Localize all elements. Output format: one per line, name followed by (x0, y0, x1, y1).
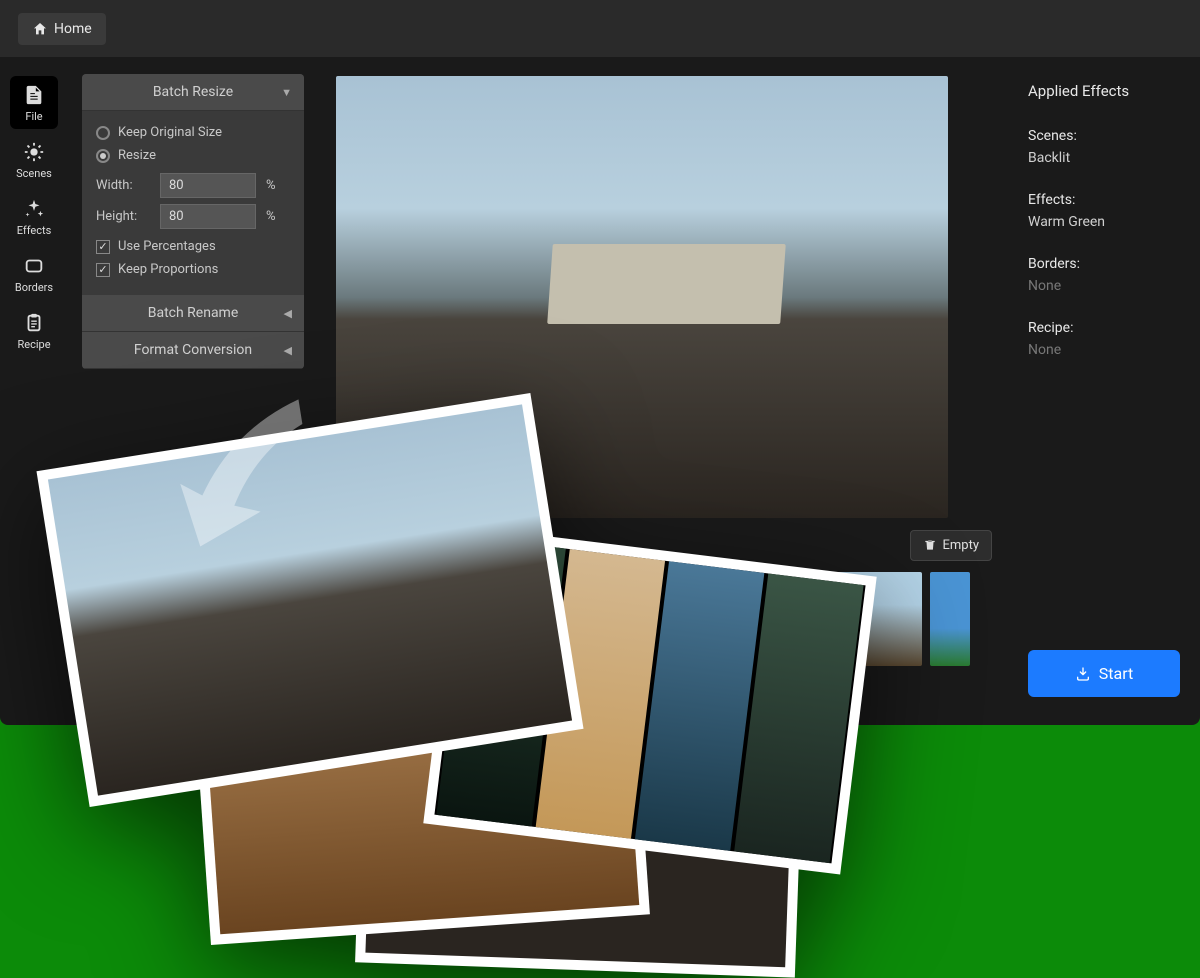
start-button[interactable]: Start (1028, 650, 1180, 697)
add-images-button[interactable]: + Add Images (340, 530, 446, 561)
right-panel: Applied Effects Scenes: Backlit Effects:… (1008, 58, 1200, 725)
height-row: Height: % (96, 204, 290, 229)
checkbox-keep-proportions[interactable]: ✓ Keep Proportions (96, 258, 290, 281)
scenes-value: Backlit (1028, 150, 1180, 166)
home-icon (32, 21, 48, 37)
effects-value: Warm Green (1028, 214, 1180, 230)
sidebar-item-label: Borders (15, 281, 53, 294)
preview-image (336, 76, 948, 518)
download-icon (1075, 666, 1091, 682)
thumbnail-strip (336, 572, 996, 668)
preview-toolbar: + Add Images Total 12 pieces Empty (336, 518, 996, 572)
radio-icon (96, 126, 110, 140)
sidebar-item-label: File (25, 110, 42, 123)
width-row: Width: % (96, 173, 290, 198)
borders-label: Borders: (1028, 256, 1180, 272)
file-icon (23, 84, 45, 106)
thumbnail[interactable] (782, 572, 922, 666)
radio-label: Resize (118, 148, 156, 163)
preview-area: + Add Images Total 12 pieces Empty (318, 58, 1008, 725)
checkbox-use-percentages[interactable]: ✓ Use Percentages (96, 235, 290, 258)
batch-resize-body: Keep Original Size Resize Width: % Heigh… (82, 111, 304, 295)
thumbnail[interactable] (486, 572, 626, 666)
app-window: Home File Scenes Effects Borders Re (0, 0, 1200, 725)
sidebar-item-effects[interactable]: Effects (10, 190, 58, 243)
height-input[interactable] (160, 204, 256, 229)
height-label: Height: (96, 209, 150, 224)
checkbox-icon: ✓ (96, 240, 110, 254)
effects-label: Effects: (1028, 192, 1180, 208)
applied-effects-title: Applied Effects (1028, 82, 1180, 100)
radio-resize[interactable]: Resize (96, 144, 290, 167)
accordion-header-batch-rename[interactable]: Batch Rename ◀ (82, 295, 304, 332)
radio-label: Keep Original Size (118, 125, 222, 140)
main-area: File Scenes Effects Borders Recipe (0, 58, 1200, 725)
sidebar-item-label: Recipe (17, 338, 50, 351)
radio-keep-original[interactable]: Keep Original Size (96, 121, 290, 144)
total-count: Total 12 pieces (464, 538, 552, 553)
accordion-header-batch-resize[interactable]: Batch Resize ▼ (82, 74, 304, 111)
border-icon (23, 255, 45, 277)
trash-icon (923, 538, 937, 552)
borders-value: None (1028, 278, 1180, 294)
percent-label: % (266, 209, 276, 224)
width-input[interactable] (160, 173, 256, 198)
accordion-title: Format Conversion (134, 342, 252, 358)
sidebar-item-label: Scenes (16, 167, 52, 180)
topbar: Home (0, 0, 1200, 58)
chevron-down-icon: ▼ (281, 86, 292, 99)
scenes-label: Scenes: (1028, 128, 1180, 144)
accordion-title: Batch Rename (148, 305, 239, 321)
home-button[interactable]: Home (18, 13, 106, 45)
sidebar-item-borders[interactable]: Borders (10, 247, 58, 300)
chevron-left-icon: ◀ (284, 344, 292, 357)
accordion-title: Batch Resize (153, 84, 233, 100)
recipe-label: Recipe: (1028, 320, 1180, 336)
add-images-label: + Add Images (353, 538, 433, 553)
sparkle-icon (23, 198, 45, 220)
thumbnail[interactable] (634, 572, 774, 666)
checkbox-icon: ✓ (96, 263, 110, 277)
options-panel: Batch Resize ▼ Keep Original Size Resize… (68, 58, 318, 725)
sidebar-item-file[interactable]: File (10, 76, 58, 129)
empty-label: Empty (943, 538, 980, 553)
sidebar-item-recipe[interactable]: Recipe (10, 304, 58, 357)
radio-icon (96, 149, 110, 163)
width-label: Width: (96, 178, 150, 193)
clipboard-icon (23, 312, 45, 334)
sun-icon (23, 141, 45, 163)
sidebar-item-scenes[interactable]: Scenes (10, 133, 58, 186)
percent-label: % (266, 178, 276, 193)
sidebar: File Scenes Effects Borders Recipe (0, 58, 68, 725)
thumbnail[interactable] (338, 572, 478, 666)
empty-button[interactable]: Empty (910, 530, 993, 561)
checkbox-label: Use Percentages (118, 239, 216, 254)
chevron-left-icon: ◀ (284, 307, 292, 320)
checkbox-label: Keep Proportions (118, 262, 218, 277)
sidebar-item-label: Effects (17, 224, 52, 237)
thumbnail[interactable] (930, 572, 970, 666)
start-label: Start (1099, 664, 1133, 683)
accordion: Batch Resize ▼ Keep Original Size Resize… (82, 74, 304, 369)
accordion-header-format-conversion[interactable]: Format Conversion ◀ (82, 332, 304, 369)
home-label: Home (54, 21, 92, 37)
recipe-value: None (1028, 342, 1180, 358)
